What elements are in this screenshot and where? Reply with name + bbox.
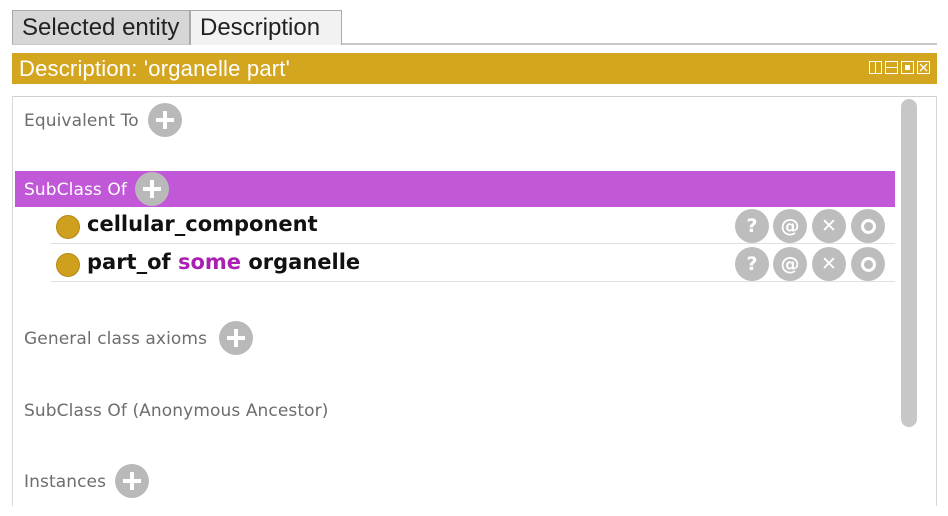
axiom-row[interactable]: cellular_component ? @ ✕ [51,207,895,244]
section-subclass-of-header: SubClass Of [15,171,895,207]
view-title-bar: Description: 'organelle part' [12,53,937,84]
class-icon [56,215,80,239]
axiom-text: cellular_component [87,212,318,236]
class-icon [56,253,80,277]
annotate-button[interactable]: @ [773,247,807,281]
explain-button[interactable]: ? [735,209,769,243]
axiom-row[interactable]: part_of some organelle ? @ ✕ [51,245,895,282]
axiom-filler: organelle [248,250,361,274]
tab-selected-entity[interactable]: Selected entity [12,10,190,44]
split-vertical-icon[interactable] [869,61,882,74]
delete-button[interactable]: ✕ [812,209,846,243]
add-instance-button[interactable] [115,464,149,498]
section-subclass-anonymous-ancestor: SubClass Of (Anonymous Ancestor) [24,401,329,421]
add-general-axiom-button[interactable] [219,321,253,355]
tab-description[interactable]: Description [190,10,342,45]
edit-button[interactable] [851,209,885,243]
section-general-class-axioms: General class axioms [24,329,208,349]
explain-button[interactable]: ? [735,247,769,281]
axiom-keyword: some [177,250,242,274]
tab-bar: Selected entity Description [12,10,937,45]
close-view-icon[interactable] [917,61,930,74]
split-horizontal-icon[interactable] [885,61,898,74]
annotate-button[interactable]: @ [773,209,807,243]
axiom-property: part_of [87,250,171,274]
section-subclass-of: SubClass Of [24,180,127,200]
view-title: Description: 'organelle part' [19,56,291,81]
float-icon[interactable] [901,61,914,74]
description-panel: Equivalent To SubClass Of cellular_compo… [12,96,937,506]
edit-button[interactable] [851,247,885,281]
section-instances: Instances [24,472,107,492]
add-subclass-button[interactable] [135,172,169,206]
vertical-scrollbar[interactable] [901,99,917,427]
add-equivalent-button[interactable] [148,103,182,137]
axiom-text: part_of some organelle [87,250,360,274]
delete-button[interactable]: ✕ [812,247,846,281]
section-equivalent-to: Equivalent To [24,111,139,131]
